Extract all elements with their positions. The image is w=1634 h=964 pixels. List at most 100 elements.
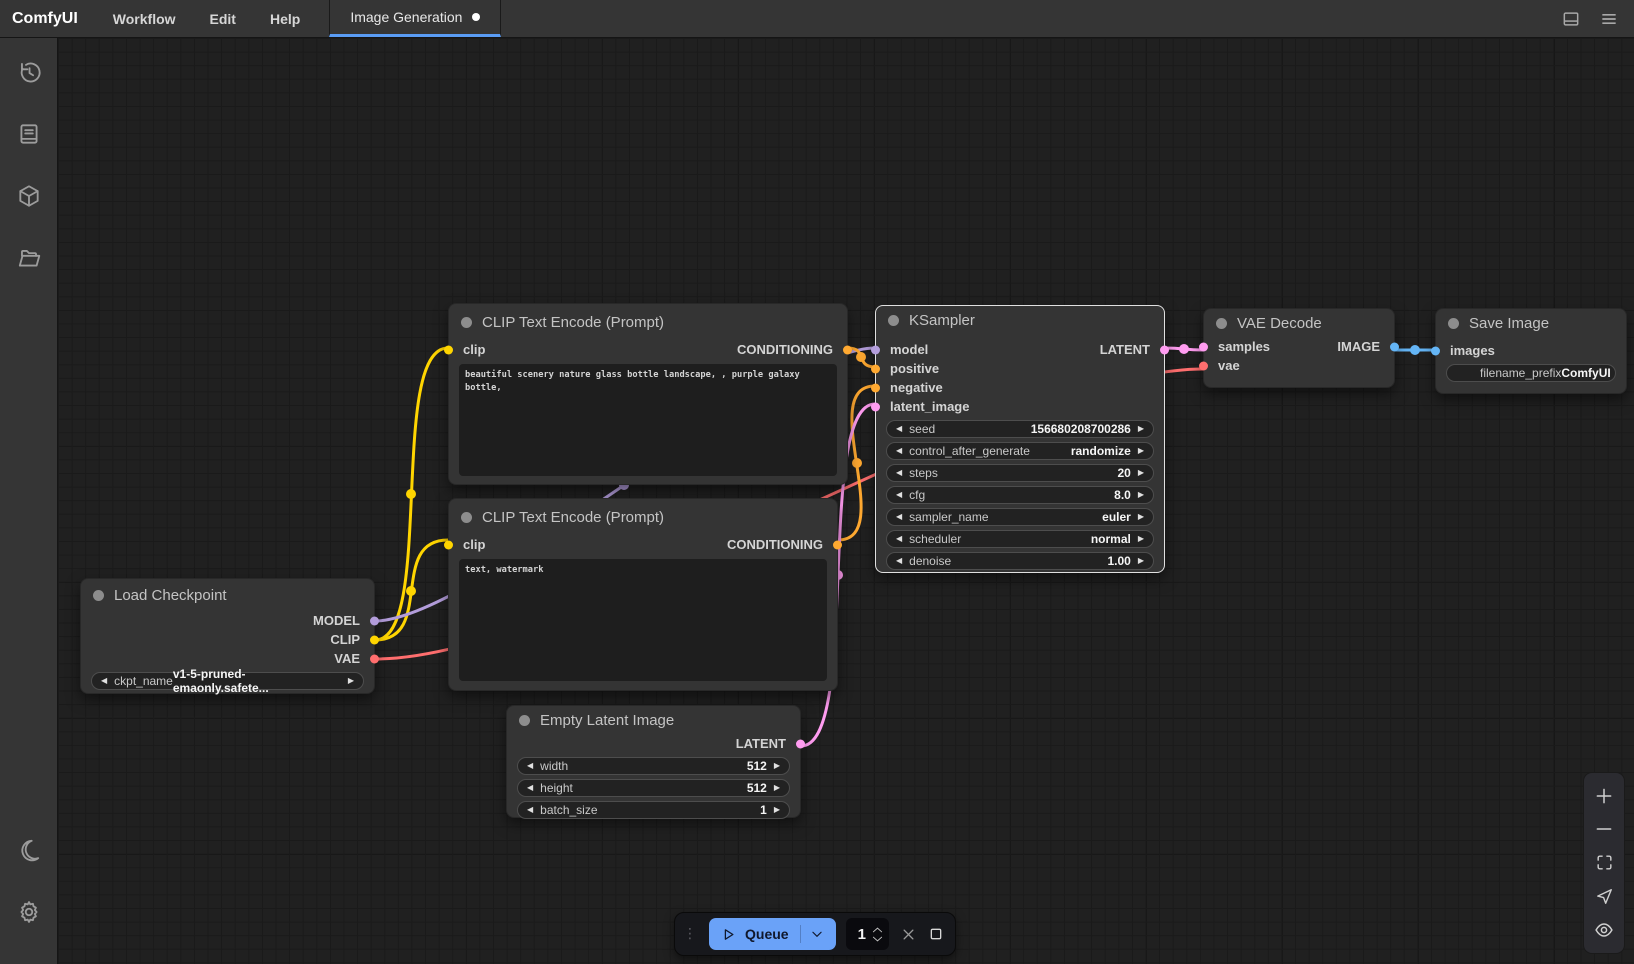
logs-icon[interactable] — [7, 112, 51, 156]
next-arrow-icon[interactable]: ▶ — [1138, 425, 1144, 433]
next-arrow-icon[interactable]: ▶ — [348, 677, 354, 685]
zoom-out-button[interactable] — [1590, 815, 1618, 843]
next-arrow-icon[interactable]: ▶ — [774, 806, 780, 814]
widget-control-after-generate[interactable]: ◀ control_after_generate randomize ▶ — [886, 442, 1154, 460]
widget-label: steps — [909, 466, 938, 480]
next-arrow-icon[interactable]: ▶ — [1138, 557, 1144, 565]
workflows-icon[interactable] — [7, 236, 51, 280]
prev-arrow-icon[interactable]: ◀ — [896, 513, 902, 521]
widget-seed[interactable]: ◀ seed 156680208700286 ▶ — [886, 420, 1154, 438]
port-images-in[interactable] — [1431, 346, 1440, 355]
port-clip-out[interactable] — [370, 635, 379, 644]
batch-count-input[interactable]: 1 — [846, 918, 889, 950]
collapse-dot[interactable] — [1216, 318, 1227, 329]
settings-icon[interactable] — [7, 890, 51, 934]
prev-arrow-icon[interactable]: ◀ — [896, 425, 902, 433]
stop-icon[interactable] — [927, 922, 945, 946]
node-ksampler[interactable]: KSampler model LATENT positive negative … — [875, 305, 1165, 573]
select-mode-button[interactable] — [1590, 883, 1618, 911]
next-arrow-icon[interactable]: ▶ — [1138, 469, 1144, 477]
graph-canvas[interactable] — [58, 38, 1634, 964]
port-conditioning-out[interactable] — [843, 345, 852, 354]
widget-scheduler[interactable]: ◀ scheduler normal ▶ — [886, 530, 1154, 548]
spinner-down-icon[interactable] — [872, 936, 883, 942]
chevron-down-icon[interactable] — [810, 927, 824, 941]
port-clip-in[interactable] — [444, 345, 453, 354]
collapse-dot[interactable] — [888, 315, 899, 326]
node-load-checkpoint[interactable]: Load Checkpoint MODEL CLIP VAE ◀ ckpt_na… — [80, 578, 375, 694]
prev-arrow-icon[interactable]: ◀ — [896, 491, 902, 499]
port-latent-image-in[interactable] — [871, 402, 880, 411]
prev-arrow-icon[interactable]: ◀ — [896, 557, 902, 565]
prompt-textarea[interactable]: text, watermark — [459, 559, 827, 681]
port-negative-in[interactable] — [871, 383, 880, 392]
port-samples-in[interactable] — [1199, 342, 1208, 351]
queue-button[interactable]: Queue — [709, 918, 836, 950]
widget-cfg[interactable]: ◀ cfg 8.0 ▶ — [886, 486, 1154, 504]
collapse-dot[interactable] — [1448, 318, 1459, 329]
widget-denoise[interactable]: ◀ denoise 1.00 ▶ — [886, 552, 1154, 570]
app-logo: ComfyUI — [0, 0, 96, 37]
widget-filename-prefix[interactable]: filename_prefix ComfyUI — [1446, 364, 1616, 382]
port-conditioning-out[interactable] — [833, 540, 842, 549]
prev-arrow-icon[interactable]: ◀ — [896, 535, 902, 543]
fit-view-button[interactable] — [1590, 849, 1618, 877]
port-clip-in[interactable] — [444, 540, 453, 549]
menubar: ComfyUI Workflow Edit Help Image Generat… — [0, 0, 1634, 38]
theme-icon[interactable] — [7, 828, 51, 872]
history-icon[interactable] — [7, 50, 51, 94]
tab-image-generation[interactable]: Image Generation — [329, 0, 501, 37]
widget-steps[interactable]: ◀ steps 20 ▶ — [886, 464, 1154, 482]
port-image-out[interactable] — [1390, 342, 1399, 351]
zoom-in-button[interactable] — [1590, 782, 1618, 810]
next-arrow-icon[interactable]: ▶ — [774, 784, 780, 792]
port-positive-in[interactable] — [871, 364, 880, 373]
widget-sampler-name[interactable]: ◀ sampler_name euler ▶ — [886, 508, 1154, 526]
spinner-up-icon[interactable] — [872, 927, 883, 933]
next-arrow-icon[interactable]: ▶ — [1138, 491, 1144, 499]
node-vae-decode[interactable]: VAE Decode samples IMAGE vae — [1203, 308, 1395, 388]
prompt-textarea[interactable]: beautiful scenery nature glass bottle la… — [459, 364, 837, 476]
port-vae-in[interactable] — [1199, 361, 1208, 370]
port-latent-out[interactable] — [1160, 345, 1169, 354]
menu-icon[interactable] — [1590, 0, 1628, 37]
port-latent-out[interactable] — [796, 739, 805, 748]
menu-edit[interactable]: Edit — [193, 0, 253, 37]
batch-count-value[interactable]: 1 — [852, 926, 872, 943]
node-empty-latent-image[interactable]: Empty Latent Image LATENT ◀ width 512 ▶ … — [506, 705, 801, 818]
prev-arrow-icon[interactable]: ◀ — [101, 677, 107, 685]
port-model-out[interactable] — [370, 616, 379, 625]
menu-workflow[interactable]: Workflow — [96, 0, 193, 37]
node-save-image[interactable]: Save Image images filename_prefix ComfyU… — [1435, 308, 1627, 394]
widget-width[interactable]: ◀ width 512 ▶ — [517, 757, 790, 775]
menu-help[interactable]: Help — [253, 0, 317, 37]
next-arrow-icon[interactable]: ▶ — [774, 762, 780, 770]
next-arrow-icon[interactable]: ▶ — [1138, 513, 1144, 521]
drag-handle-icon[interactable]: ⋮ — [681, 929, 699, 939]
prev-arrow-icon[interactable]: ◀ — [896, 447, 902, 455]
collapse-dot[interactable] — [519, 715, 530, 726]
bottom-panel-icon[interactable] — [1552, 0, 1590, 37]
model-library-icon[interactable] — [7, 174, 51, 218]
port-vae-out[interactable] — [370, 654, 379, 663]
prev-arrow-icon[interactable]: ◀ — [896, 469, 902, 477]
widget-batch-size[interactable]: ◀ batch_size 1 ▶ — [517, 801, 790, 819]
next-arrow-icon[interactable]: ▶ — [1138, 535, 1144, 543]
port-row: clip CONDITIONING — [449, 340, 847, 359]
node-clip-text-encode-negative[interactable]: CLIP Text Encode (Prompt) clip CONDITION… — [448, 498, 838, 691]
node-clip-text-encode-positive[interactable]: CLIP Text Encode (Prompt) clip CONDITION… — [448, 303, 848, 485]
next-arrow-icon[interactable]: ▶ — [1138, 447, 1144, 455]
collapse-dot[interactable] — [93, 590, 104, 601]
sidebar — [0, 38, 58, 964]
widget-height[interactable]: ◀ height 512 ▶ — [517, 779, 790, 797]
prev-arrow-icon[interactable]: ◀ — [527, 762, 533, 770]
output-label: LATENT — [1100, 342, 1150, 357]
collapse-dot[interactable] — [461, 317, 472, 328]
clear-queue-icon[interactable] — [899, 922, 917, 946]
widget-ckpt-name[interactable]: ◀ ckpt_name v1-5-pruned-emaonly.safete..… — [91, 672, 364, 690]
port-model-in[interactable] — [871, 345, 880, 354]
prev-arrow-icon[interactable]: ◀ — [527, 784, 533, 792]
collapse-dot[interactable] — [461, 512, 472, 523]
toggle-link-visibility-button[interactable] — [1590, 916, 1618, 944]
prev-arrow-icon[interactable]: ◀ — [527, 806, 533, 814]
